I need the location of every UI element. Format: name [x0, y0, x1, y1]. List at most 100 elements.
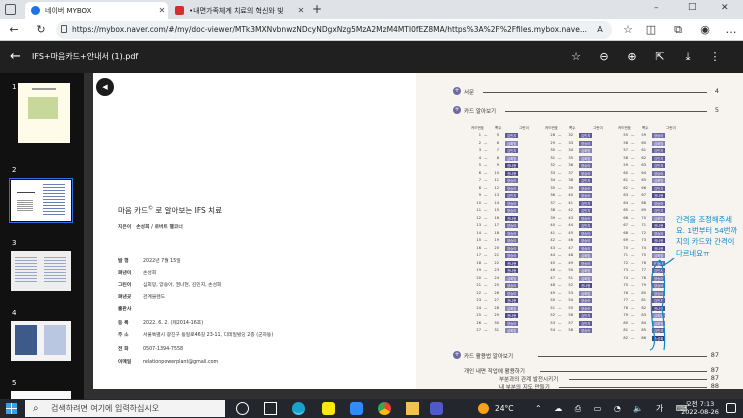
read-aloud-icon[interactable]: A — [592, 22, 608, 38]
card-row: 28—32 김민지 — [539, 133, 609, 139]
card-number: 8 — [478, 185, 481, 190]
credit-row: 전 화 0507-1394-7558 — [118, 345, 183, 352]
previous-page-button[interactable]: ◀ — [96, 78, 114, 96]
card-row: 66—70 심희망 — [612, 215, 682, 222]
weather-icon[interactable] — [478, 403, 489, 414]
card-page: 31 — [494, 328, 499, 332]
weather-temp[interactable]: 24°C — [495, 404, 514, 413]
card-number: 63 — [623, 193, 628, 197]
card-page: 42 — [568, 208, 573, 212]
clock[interactable]: 오전 7:13 2022-08-26 — [679, 400, 721, 416]
book-title-main: 마음 카드 — [118, 206, 148, 215]
card-row: 62—66 김민지 — [612, 185, 682, 192]
close-window-button[interactable]: ✕ — [721, 3, 729, 13]
more-options-icon[interactable]: ⋮ — [707, 49, 723, 65]
card-number: 18 — [476, 260, 481, 265]
card-number: 71 — [623, 253, 628, 257]
new-tab-button[interactable]: + — [312, 2, 322, 16]
credit-row: 펴낸이 손성회 — [118, 269, 156, 276]
card-row: 15—19 양승아 — [465, 238, 535, 244]
tab-title: 네이버 MYBOX — [45, 6, 92, 15]
card-page: 17 — [494, 223, 499, 227]
zoom-icon[interactable] — [350, 402, 363, 415]
card-row: 53—57 김민지 — [539, 320, 609, 327]
lock-icon[interactable] — [61, 25, 67, 33]
notification-icon[interactable] — [726, 403, 736, 413]
thumbnail-page-4[interactable] — [11, 321, 71, 361]
card-page: 32 — [568, 133, 573, 137]
minimize-button[interactable]: – — [654, 3, 659, 13]
system-tray-icons[interactable]: ⌃ ☁ ⎙ ▭ ◔ 🔈 가 ⌨ — [535, 403, 692, 414]
card-artist: 심희망 — [652, 215, 666, 221]
start-icon[interactable] — [6, 403, 17, 414]
thumbnail-page-3[interactable] — [11, 251, 71, 291]
zoom-in-icon[interactable]: ⊕ — [624, 49, 640, 65]
date: 2022-08-26 — [681, 408, 719, 416]
card-artist: 권나현 — [505, 260, 519, 266]
card-page: 69 — [641, 208, 646, 212]
card-row: 68—72 양승아 — [612, 230, 682, 237]
card-row: 21—25 양승아 — [465, 283, 535, 289]
card-page: 43 — [568, 215, 573, 220]
thumbnail-page-2[interactable] — [11, 180, 71, 221]
card-page: 6 — [496, 140, 499, 145]
card-number: 11 — [476, 208, 481, 212]
card-artist: 양승아 — [505, 223, 519, 228]
thumb-number: 2 — [12, 166, 17, 174]
card-page: 74 — [641, 245, 646, 250]
folder-icon[interactable] — [406, 402, 419, 415]
download-icon[interactable]: ⤓ — [680, 49, 696, 65]
credit-value: 심희망, 양승아, 권나현, 김민지, 손성회 — [143, 283, 222, 288]
credit-value: 0507-1394-7558 — [143, 347, 184, 352]
card-number: 44 — [550, 253, 555, 257]
card-header: 카드번호 — [545, 126, 558, 130]
teams-icon[interactable] — [430, 402, 443, 415]
close-icon[interactable]: ✕ — [295, 6, 307, 15]
card-row: 5—9 권나현 — [465, 163, 535, 169]
more-icon[interactable]: … — [723, 22, 739, 38]
card-number: 78 — [623, 305, 628, 310]
maximize-button[interactable]: □ — [688, 2, 697, 12]
card-number: 58 — [623, 155, 628, 160]
card-row: 56—60 심희망 — [612, 140, 682, 147]
profile-icon[interactable]: ◉ — [697, 22, 713, 38]
card-number: 73 — [623, 268, 628, 272]
card-number: 14 — [476, 230, 481, 235]
back-icon[interactable]: ← — [6, 22, 22, 38]
cortana-icon[interactable] — [236, 402, 249, 415]
kakaotalk-icon[interactable] — [322, 402, 335, 415]
card-row: 57—61 김민지 — [612, 148, 682, 154]
url-field[interactable]: https://mybox.naver.com/#/my/doc-viewer/… — [56, 21, 612, 39]
thumbnail-page-5[interactable] — [11, 391, 71, 399]
thumb-number: 4 — [12, 309, 17, 317]
star-icon[interactable]: ☆ — [568, 49, 584, 65]
viewer-back-button[interactable]: ← — [10, 49, 21, 64]
split-screen-icon[interactable]: ◫ — [643, 22, 659, 38]
tab-pdf[interactable]: •내면가족체계 치료의 혁신와 빛 ✕ — [169, 2, 307, 19]
task-view-icon[interactable] — [264, 402, 277, 415]
card-number: 13 — [476, 223, 481, 227]
taskbar-search[interactable]: ⌕ 검색하려면 여기에 입력하십시오 — [25, 400, 225, 417]
close-icon[interactable]: ✕ — [156, 6, 168, 15]
chrome-icon[interactable] — [378, 402, 391, 415]
card-page: 51 — [568, 275, 573, 280]
card-number: 64 — [623, 200, 628, 205]
plus-icon: + — [453, 87, 461, 95]
tab-mybox[interactable]: 네이버 MYBOX ✕ — [25, 2, 168, 19]
card-artist: 양승아 — [579, 185, 593, 191]
card-number: 55 — [623, 133, 628, 137]
card-page: 12 — [494, 185, 499, 190]
card-number: 53 — [550, 320, 555, 325]
tab-actions-icon[interactable] — [5, 4, 16, 15]
card-artist: 권나현 — [505, 170, 519, 176]
collections-icon[interactable]: ⧉ — [670, 22, 686, 38]
card-row: 32—36 양승아 — [539, 163, 609, 169]
card-page: 20 — [494, 245, 499, 250]
card-artist: 권나현 — [652, 245, 666, 251]
edge-icon[interactable] — [292, 402, 305, 415]
open-external-icon[interactable]: ⇱ — [652, 49, 668, 65]
favorite-icon[interactable]: ☆ — [620, 22, 636, 38]
zoom-out-icon[interactable]: ⊖ — [596, 49, 612, 65]
refresh-icon[interactable]: ↻ — [33, 22, 49, 38]
thumbnail-page-1[interactable] — [18, 83, 70, 143]
